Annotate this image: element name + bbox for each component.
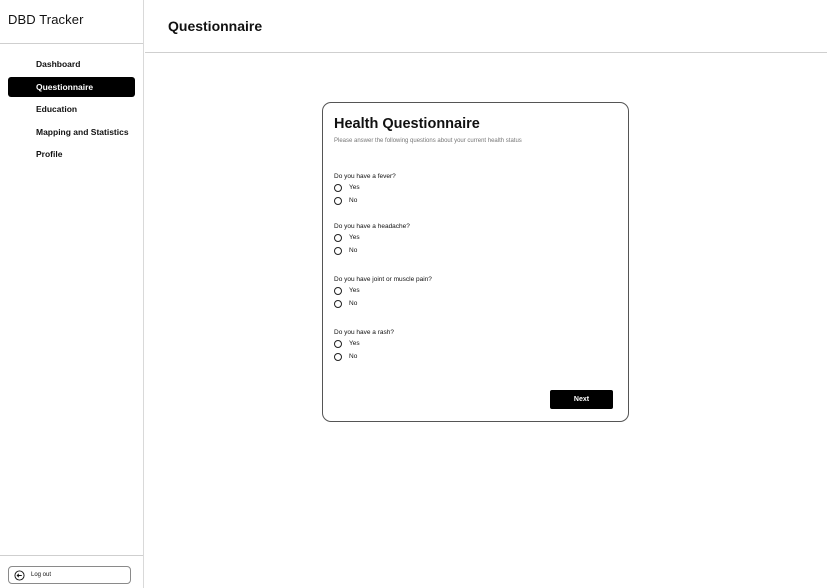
option-label: Yes — [349, 340, 360, 347]
logout-button[interactable]: Log out — [8, 566, 131, 584]
option-label: No — [349, 353, 358, 360]
logout-icon — [14, 569, 25, 581]
sidebar-item-questionnaire[interactable]: Questionnaire — [8, 76, 135, 97]
question-text: Do you have a rash? — [334, 329, 394, 336]
card-subtitle: Please answer the following questions ab… — [334, 138, 522, 144]
next-button[interactable]: Next — [550, 390, 613, 409]
question-joint-muscle-pain: Do you have joint or muscle pain? Yes No — [334, 275, 432, 310]
option-yes[interactable]: Yes — [334, 284, 432, 297]
option-yes[interactable]: Yes — [334, 181, 396, 194]
option-label: No — [349, 197, 358, 204]
question-fever: Do you have a fever? Yes No — [334, 172, 396, 207]
radio-button[interactable] — [334, 352, 342, 361]
logout-label: Log out — [31, 572, 52, 578]
option-label: Yes — [349, 184, 360, 191]
question-text: Do you have a fever? — [334, 173, 396, 180]
option-label: No — [349, 300, 358, 307]
app-title: DBD Tracker — [8, 12, 84, 27]
divider — [0, 43, 143, 44]
question-rash: Do you have a rash? Yes No — [334, 328, 394, 363]
sidebar-item-dashboard[interactable]: Dashboard — [8, 54, 135, 74]
radio-button[interactable] — [334, 339, 342, 348]
page-title: Questionnaire — [168, 18, 263, 34]
option-no[interactable]: No — [334, 297, 432, 310]
radio-button[interactable] — [334, 299, 342, 308]
questionnaire-card: Health Questionnaire Please answer the f… — [322, 102, 629, 422]
sidebar-item-profile[interactable]: Profile — [8, 144, 135, 164]
sidebar-item-mapping-and-statistics[interactable]: Mapping and Statistics — [8, 122, 135, 142]
radio-button[interactable] — [334, 196, 342, 205]
card-title: Health Questionnaire — [334, 116, 480, 132]
sidebar-item-education[interactable]: Education — [8, 99, 135, 119]
sidebar-nav: Dashboard Questionnaire Education Mappin… — [8, 54, 135, 167]
header: Questionnaire — [145, 0, 827, 53]
option-label: Yes — [349, 287, 360, 294]
question-text: Do you have joint or muscle pain? — [334, 276, 432, 283]
option-yes[interactable]: Yes — [334, 231, 410, 244]
radio-button[interactable] — [334, 286, 342, 295]
option-no[interactable]: No — [334, 350, 394, 363]
option-label: Yes — [349, 234, 360, 241]
divider — [0, 555, 143, 556]
option-no[interactable]: No — [334, 194, 396, 207]
option-yes[interactable]: Yes — [334, 337, 394, 350]
radio-button[interactable] — [334, 183, 342, 192]
option-label: No — [349, 247, 358, 254]
radio-button[interactable] — [334, 233, 342, 242]
question-text: Do you have a headache? — [334, 223, 410, 230]
option-no[interactable]: No — [334, 244, 410, 257]
sidebar: DBD Tracker Dashboard Questionnaire Educ… — [0, 0, 144, 588]
radio-button[interactable] — [334, 246, 342, 255]
question-headache: Do you have a headache? Yes No — [334, 222, 410, 257]
